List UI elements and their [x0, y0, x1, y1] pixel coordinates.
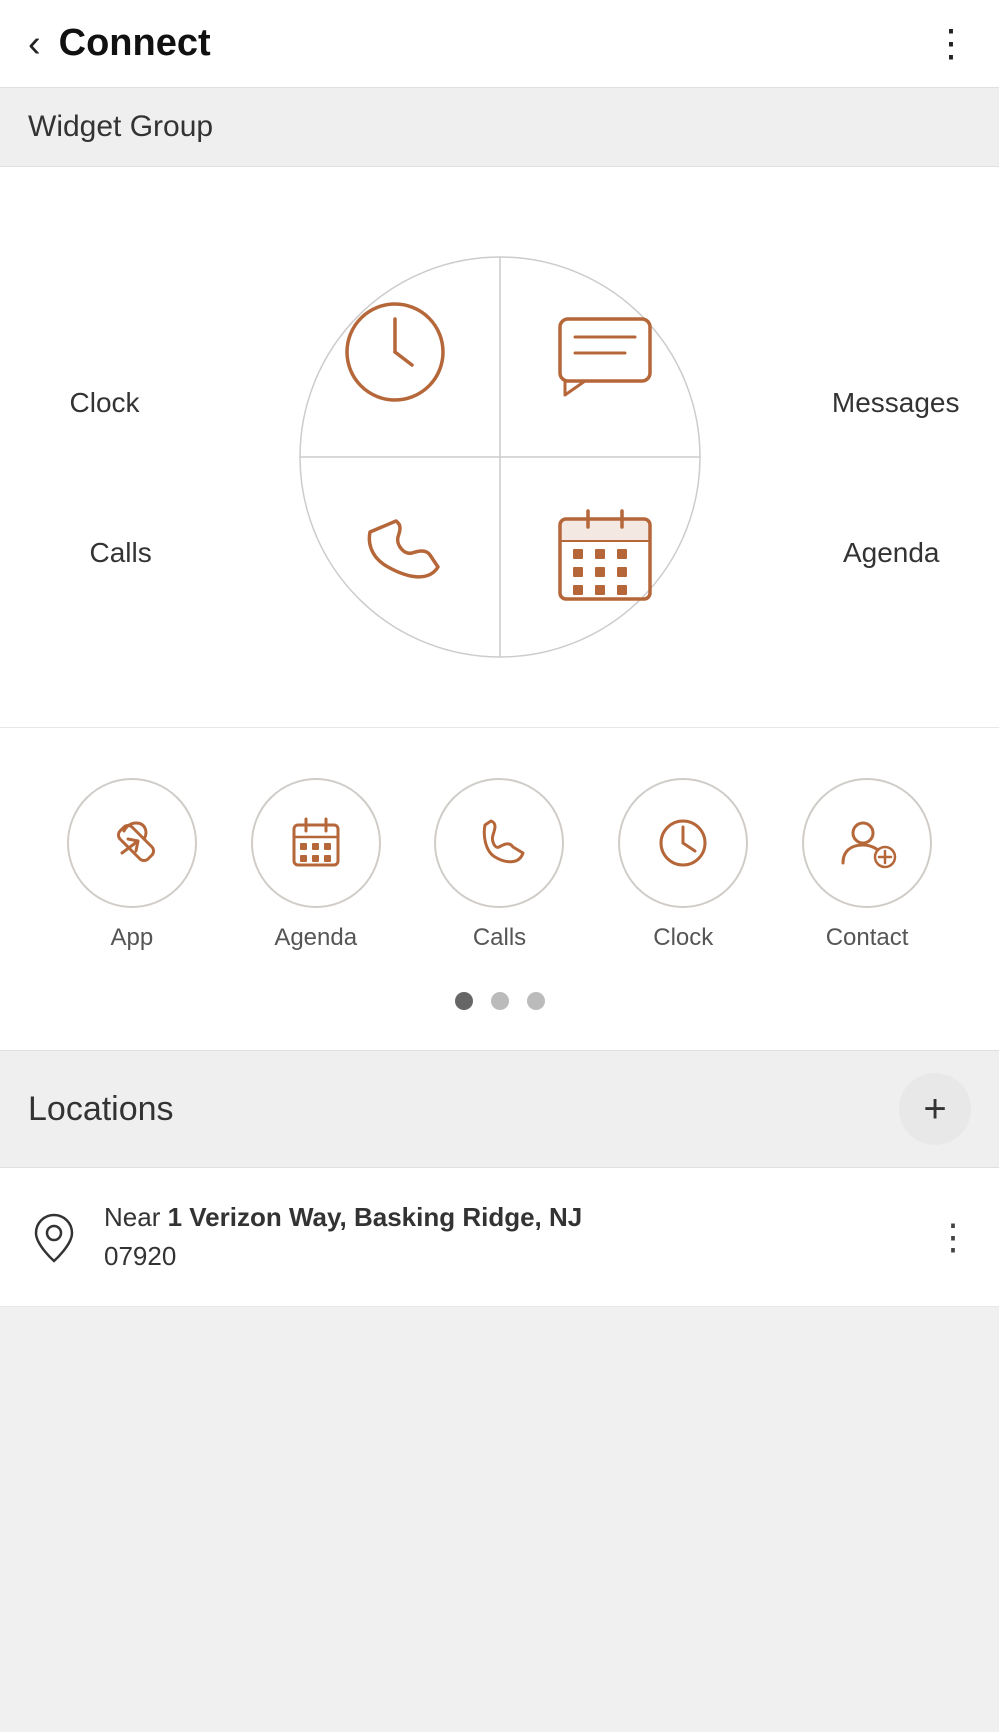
icon-item-agenda[interactable]: Agenda — [251, 778, 381, 952]
agenda-label: Agenda — [274, 924, 357, 952]
page-title: Connect — [59, 22, 932, 65]
icon-item-clock[interactable]: Clock — [618, 778, 748, 952]
pagination-dots — [0, 972, 999, 1050]
icon-item-contact[interactable]: Contact — [802, 778, 932, 952]
more-menu-button[interactable]: ⋮ — [932, 21, 971, 66]
app-icon-circle — [67, 778, 197, 908]
app-icon — [100, 811, 164, 875]
location-more-button[interactable]: ⋮ — [935, 1216, 971, 1258]
calls-icon-circle — [434, 778, 564, 908]
app-header: ‹ Connect ⋮ — [0, 0, 999, 88]
locations-title: Locations — [28, 1090, 174, 1129]
contact-label: Contact — [826, 924, 909, 952]
icon-item-calls[interactable]: Calls — [434, 778, 564, 952]
clock-icon — [651, 811, 715, 875]
clock-icon-circle — [618, 778, 748, 908]
icon-row: App Agenda Calls — [0, 728, 999, 972]
location-item[interactable]: Near 1 Verizon Way, Basking Ridge, NJ079… — [0, 1168, 999, 1307]
calls-label: Calls — [90, 537, 152, 569]
pagination-dot-3[interactable] — [527, 992, 545, 1010]
messages-label: Messages — [832, 387, 960, 419]
location-pin-icon — [28, 1211, 80, 1263]
agenda-icon-circle — [251, 778, 381, 908]
locations-section-header: Locations + — [0, 1050, 999, 1168]
calls-icon — [467, 811, 531, 875]
app-label: App — [111, 924, 154, 952]
pagination-dot-1[interactable] — [455, 992, 473, 1010]
calls-label: Calls — [473, 924, 526, 952]
add-location-button[interactable]: + — [899, 1073, 971, 1145]
contact-icon-circle — [802, 778, 932, 908]
icon-item-app[interactable]: App — [67, 778, 197, 952]
pagination-dot-2[interactable] — [491, 992, 509, 1010]
agenda-icon — [284, 811, 348, 875]
location-address: Near 1 Verizon Way, Basking Ridge, NJ079… — [104, 1198, 911, 1276]
back-button[interactable]: ‹ — [28, 25, 41, 63]
clock-label: Clock — [653, 924, 713, 952]
widget-area: Clock Messages Calls Agenda — [0, 167, 999, 728]
widget-circle — [290, 247, 710, 667]
contact-icon — [835, 811, 899, 875]
widget-group-label: Widget Group — [0, 88, 999, 167]
agenda-label: Agenda — [843, 537, 940, 569]
clock-label: Clock — [70, 387, 140, 419]
